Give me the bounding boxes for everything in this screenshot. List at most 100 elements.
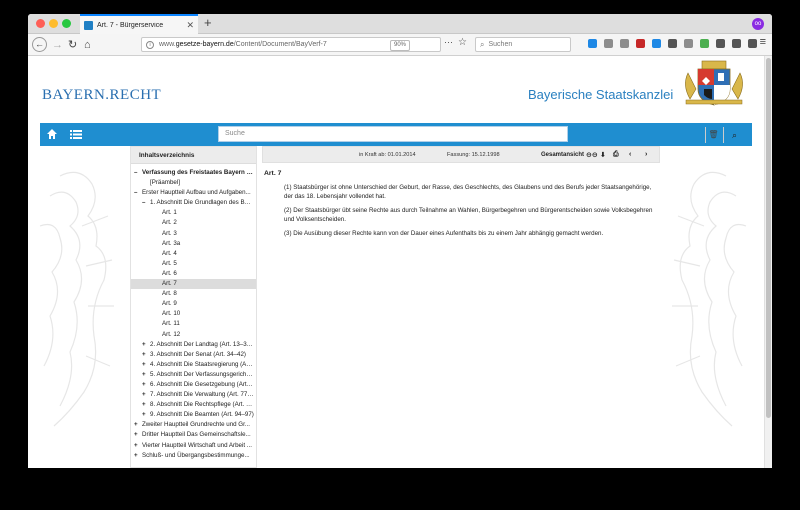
url-bar[interactable]: i www. gesetze-bayern.de/Content/Document… [141,37,441,52]
toc-item[interactable]: Art. 10 [131,309,256,319]
site-info-icon[interactable]: i [146,40,154,49]
toolbar-extension-icon[interactable] [700,39,709,48]
toc-item[interactable]: Art. 4 [131,249,256,259]
toolbar-extension-icon[interactable] [636,39,645,48]
toc-item[interactable]: Art. 5 [131,259,256,269]
toc-item[interactable]: Art. 6 [131,269,256,279]
expand-icon[interactable]: + [142,410,150,420]
toc-item[interactable]: Art. 3a [131,239,256,249]
toc-item-label: Art. 3 [162,229,177,237]
print-icon[interactable]: ⎙ [613,151,619,159]
toolbar-extension-icon[interactable] [620,39,629,48]
toc-item[interactable]: +3. Abschnitt Der Senat (Art. 34–42) [131,350,256,360]
toolbar-extension-icon[interactable] [732,39,741,48]
toc-item[interactable]: + Zweiter Hauptteil Grundrechte und Gr... [131,420,256,430]
back-button[interactable]: ← [32,37,47,52]
toc-item-label: Art. 12 [162,330,181,338]
toc-item-label: 5. Abschnitt Der Verfassungsgerichts... [150,370,256,378]
expand-icon[interactable]: + [142,370,150,380]
toc-item[interactable]: Art. 12 [131,330,256,340]
toolbar-extension-icon[interactable] [748,39,757,48]
toc-item-label: Art. 7 [162,280,177,288]
link-icon[interactable]: ⊖⊖ [586,151,598,159]
toolbar-extension-icon[interactable] [652,39,661,48]
toc-item-label: Art. 3a [162,239,181,247]
expand-icon[interactable]: + [134,420,142,430]
bookmark-star-icon[interactable]: ☆ [458,37,467,48]
toc-item[interactable]: + Vierter Hauptteil Wirtschaft und Arbeit… [131,441,256,451]
toc-item-label: Erster Hauptteil Aufbau und Aufgaben... [142,189,251,197]
expand-icon[interactable]: + [142,390,150,400]
collapse-icon[interactable]: – [134,168,142,178]
page-actions-icon[interactable]: ··· [444,37,453,47]
next-article-icon[interactable]: › [645,151,647,158]
toolbar-extension-icon[interactable] [684,39,693,48]
zoom-level[interactable]: 90% [389,40,410,51]
list-icon[interactable] [70,129,82,140]
toc-item[interactable]: [Präambel] [131,178,256,188]
tab-title: Art. 7 - Bürgerservice [97,21,164,29]
tab-close-icon[interactable]: ✕ [186,20,194,31]
expand-icon[interactable]: + [134,430,142,440]
new-tab-button[interactable]: + [204,15,212,30]
toc-item[interactable]: +7. Abschnitt Die Verwaltung (Art. 77–..… [131,390,256,400]
toolbar-extension-icon[interactable] [604,39,613,48]
active-tab[interactable]: Art. 7 - Bürgerservice ✕ [80,14,198,34]
scrollbar-thumb[interactable] [766,58,771,418]
expand-icon[interactable]: + [142,400,150,410]
expand-icon[interactable]: + [142,360,150,370]
toc-item-label: [Präambel] [150,179,180,187]
previous-article-icon[interactable]: ‹ [629,151,631,158]
toc-item[interactable]: Art. 7 [131,279,256,290]
collapse-icon[interactable]: – [134,188,142,198]
home-button[interactable]: ⌂ [84,37,91,53]
expand-icon[interactable]: + [142,380,150,390]
expand-icon[interactable]: + [134,451,142,461]
toc-item[interactable]: + Schluß- und Übergangsbestimmunge... [131,451,256,461]
toc-item[interactable]: –Verfassung des Freistaates Bayern in de… [131,168,256,178]
toc-item[interactable]: Art. 2 [131,218,256,228]
toc-item[interactable]: +9. Abschnitt Die Beamten (Art. 94–97) [131,410,256,420]
toolbar-extension-icon[interactable] [668,39,677,48]
site-search-input[interactable]: Suche 🗑 ⌕ [218,126,737,143]
browser-search-input[interactable]: ⌕ Suchen [475,37,571,52]
expand-icon[interactable]: + [134,441,142,451]
full-view-link[interactable]: Gesamtansicht [541,152,584,158]
expand-icon[interactable]: + [142,350,150,360]
toc-item[interactable]: +2. Abschnitt Der Landtag (Art. 13–33a) [131,340,256,350]
minimize-window-button[interactable] [49,19,58,28]
clear-search-icon[interactable]: 🗑 [705,127,721,143]
zoom-window-button[interactable] [62,19,71,28]
collapse-icon[interactable]: – [142,198,150,208]
toc-item[interactable]: Art. 11 [131,319,256,329]
reload-button[interactable]: ↻ [68,37,77,53]
toc-item[interactable]: +5. Abschnitt Der Verfassungsgerichts... [131,370,256,380]
bavarian-coat-of-arms-icon [685,60,743,106]
expand-icon[interactable]: + [142,340,150,350]
toolbar-extension-icon[interactable] [716,39,725,48]
brand-logo[interactable]: BAYERN.RECHT [42,87,161,104]
toc-item[interactable]: +4. Abschnitt Die Staatsregierung (Art. … [131,360,256,370]
menu-icon[interactable]: ≡ [760,36,766,48]
toc-item[interactable]: Art. 9 [131,299,256,309]
toc-title: Inhaltsverzeichnis [131,147,256,164]
search-submit-icon[interactable]: ⌕ [723,127,745,143]
toc-item[interactable]: +8. Abschnitt Die Rechtspflege (Art. 8..… [131,400,256,410]
toc-item[interactable]: – Erster Hauptteil Aufbau und Aufgaben... [131,188,256,198]
home-icon[interactable] [46,128,58,140]
toc-item[interactable]: +6. Abschnitt Die Gesetzgebung (Art. ... [131,380,256,390]
toc-item[interactable]: Art. 3 [131,229,256,239]
close-window-button[interactable] [36,19,45,28]
toc-item[interactable]: Art. 1 [131,208,256,218]
browser-window: Art. 7 - Bürgerservice ✕ + oo ← → ↻ ⌂ i … [28,14,772,468]
toc-item[interactable]: Art. 8 [131,289,256,299]
toc-item[interactable]: –1. Abschnitt Die Grundlagen des Bay... [131,198,256,208]
download-icon[interactable]: ⬇ [600,151,606,159]
page-scrollbar[interactable] [764,56,772,468]
forward-button[interactable]: → [52,37,63,53]
toc-item[interactable]: + Dritter Hauptteil Das Gemeinschaftsle..… [131,430,256,440]
toc-item-label: 3. Abschnitt Der Senat (Art. 34–42) [150,350,246,358]
agency-name[interactable]: Bayerische Staatskanzlei [528,87,673,102]
private-browsing-icon[interactable]: oo [752,18,764,30]
toolbar-extension-icon[interactable] [588,39,597,48]
